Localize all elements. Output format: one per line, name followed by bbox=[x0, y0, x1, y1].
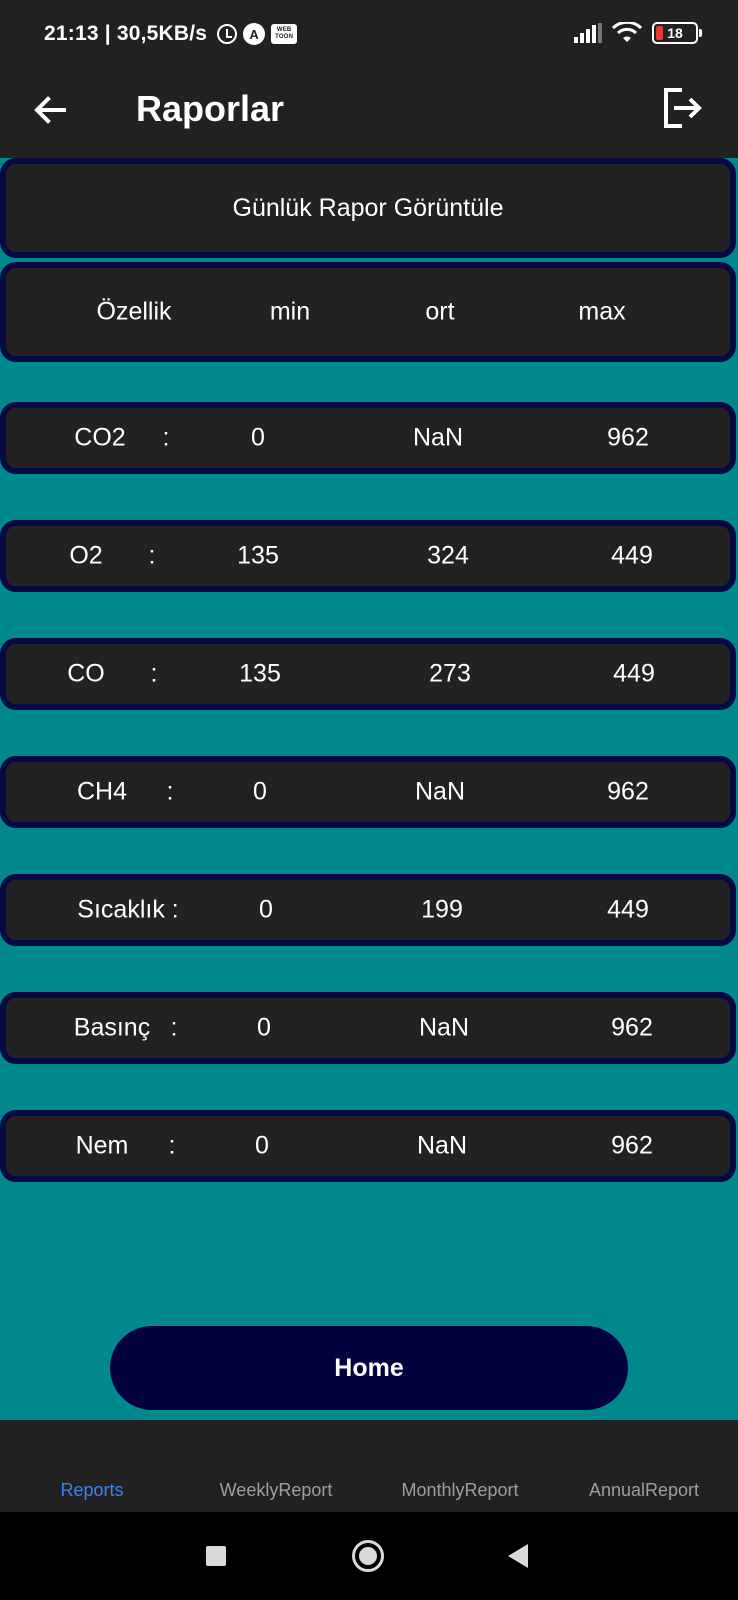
screen: 21:13 | 30,5KB/s A WEB TOON 18 Raporlar … bbox=[0, 0, 738, 1600]
row-avg: NaN bbox=[414, 777, 466, 806]
row-max: 962 bbox=[611, 1131, 653, 1160]
report-row-ch4: CH4 : 0 NaN 962 bbox=[0, 756, 736, 828]
header-avg: ort bbox=[425, 297, 455, 326]
logout-icon bbox=[664, 88, 702, 128]
row-label: O2 bbox=[69, 541, 103, 570]
status-right: 18 bbox=[574, 22, 702, 44]
row-max: 449 bbox=[607, 895, 649, 924]
row-max: 962 bbox=[607, 777, 649, 806]
tab-reports[interactable]: Reports bbox=[60, 1480, 123, 1501]
row-separator: : bbox=[166, 777, 174, 806]
row-label: Nem bbox=[75, 1131, 129, 1160]
row-max: 449 bbox=[611, 541, 653, 570]
report-row-temperature: Sıcaklık : 0 199 449 bbox=[0, 874, 736, 946]
row-separator: : bbox=[148, 541, 156, 570]
signal-icon bbox=[574, 23, 602, 43]
tab-weekly-report[interactable]: WeeklyReport bbox=[220, 1480, 333, 1501]
row-separator: : bbox=[162, 423, 170, 452]
report-row-o2: O2 : 135 324 449 bbox=[0, 520, 736, 592]
row-label: CH4 bbox=[76, 777, 128, 806]
header-min: min bbox=[269, 297, 311, 326]
logout-button[interactable] bbox=[660, 86, 704, 130]
row-avg: NaN bbox=[416, 1131, 468, 1160]
row-max: 962 bbox=[611, 1013, 653, 1042]
row-min: 0 bbox=[251, 423, 265, 452]
report-content: Günlük Rapor Görüntüle Özellik min ort m… bbox=[0, 158, 738, 1420]
report-row-co2: CO2 : 0 NaN 962 bbox=[0, 402, 736, 474]
row-avg: 273 bbox=[429, 659, 471, 688]
row-min: 0 bbox=[255, 1131, 269, 1160]
row-min: 0 bbox=[253, 777, 267, 806]
report-row-co: CO : 135 273 449 bbox=[0, 638, 736, 710]
tab-annual-report[interactable]: AnnualReport bbox=[589, 1480, 699, 1501]
row-label: CO2 bbox=[74, 423, 126, 452]
row-min: 135 bbox=[239, 659, 281, 688]
row-avg: NaN bbox=[412, 423, 464, 452]
row-separator: : bbox=[168, 1131, 176, 1160]
battery-icon: 18 bbox=[652, 22, 702, 44]
row-label: Sıcaklık : bbox=[77, 895, 179, 924]
status-bar: 21:13 | 30,5KB/s A WEB TOON 18 bbox=[0, 0, 738, 70]
recents-icon[interactable] bbox=[206, 1546, 226, 1566]
daily-report-title: Günlük Rapor Görüntüle bbox=[232, 193, 504, 222]
system-nav-bar bbox=[0, 1512, 738, 1600]
webtoon-icon: WEB TOON bbox=[271, 24, 298, 44]
report-row-humidity: Nem : 0 NaN 962 bbox=[0, 1110, 736, 1182]
daily-report-view-button[interactable]: Günlük Rapor Görüntüle bbox=[0, 158, 736, 258]
status-left: 21:13 | 30,5KB/s A WEB TOON bbox=[44, 22, 298, 46]
status-time-speed: 21:13 | 30,5KB/s bbox=[44, 22, 208, 45]
home-nav-icon[interactable] bbox=[352, 1540, 384, 1572]
back-button[interactable] bbox=[30, 90, 70, 130]
app-notification-icon: A bbox=[243, 23, 266, 45]
arrow-left-icon bbox=[34, 96, 66, 124]
row-min: 0 bbox=[257, 1013, 271, 1042]
page-title: Raporlar bbox=[136, 88, 285, 129]
report-row-pressure: Basınç : 0 NaN 962 bbox=[0, 992, 736, 1064]
report-table-header: Özellik min ort max bbox=[0, 262, 736, 362]
row-separator: : bbox=[150, 659, 158, 688]
wifi-icon bbox=[612, 22, 642, 42]
header-max: max bbox=[578, 297, 626, 326]
home-button[interactable]: Home bbox=[110, 1326, 628, 1410]
header-property: Özellik bbox=[96, 297, 172, 326]
row-avg: 199 bbox=[421, 895, 463, 924]
alarm-icon bbox=[217, 24, 238, 44]
row-avg: NaN bbox=[418, 1013, 470, 1042]
row-max: 449 bbox=[613, 659, 655, 688]
tab-monthly-report[interactable]: MonthlyReport bbox=[401, 1480, 518, 1501]
row-label: CO bbox=[67, 659, 105, 688]
back-nav-icon[interactable] bbox=[508, 1544, 528, 1568]
row-min: 0 bbox=[259, 895, 273, 924]
row-avg: 324 bbox=[427, 541, 469, 570]
row-max: 962 bbox=[607, 423, 649, 452]
row-label: Basınç bbox=[73, 1013, 151, 1042]
bottom-tab-bar: Reports WeeklyReport MonthlyReport Annua… bbox=[0, 1420, 738, 1512]
app-bar: Raporlar bbox=[0, 70, 738, 158]
row-min: 135 bbox=[237, 541, 279, 570]
row-separator: : bbox=[170, 1013, 178, 1042]
